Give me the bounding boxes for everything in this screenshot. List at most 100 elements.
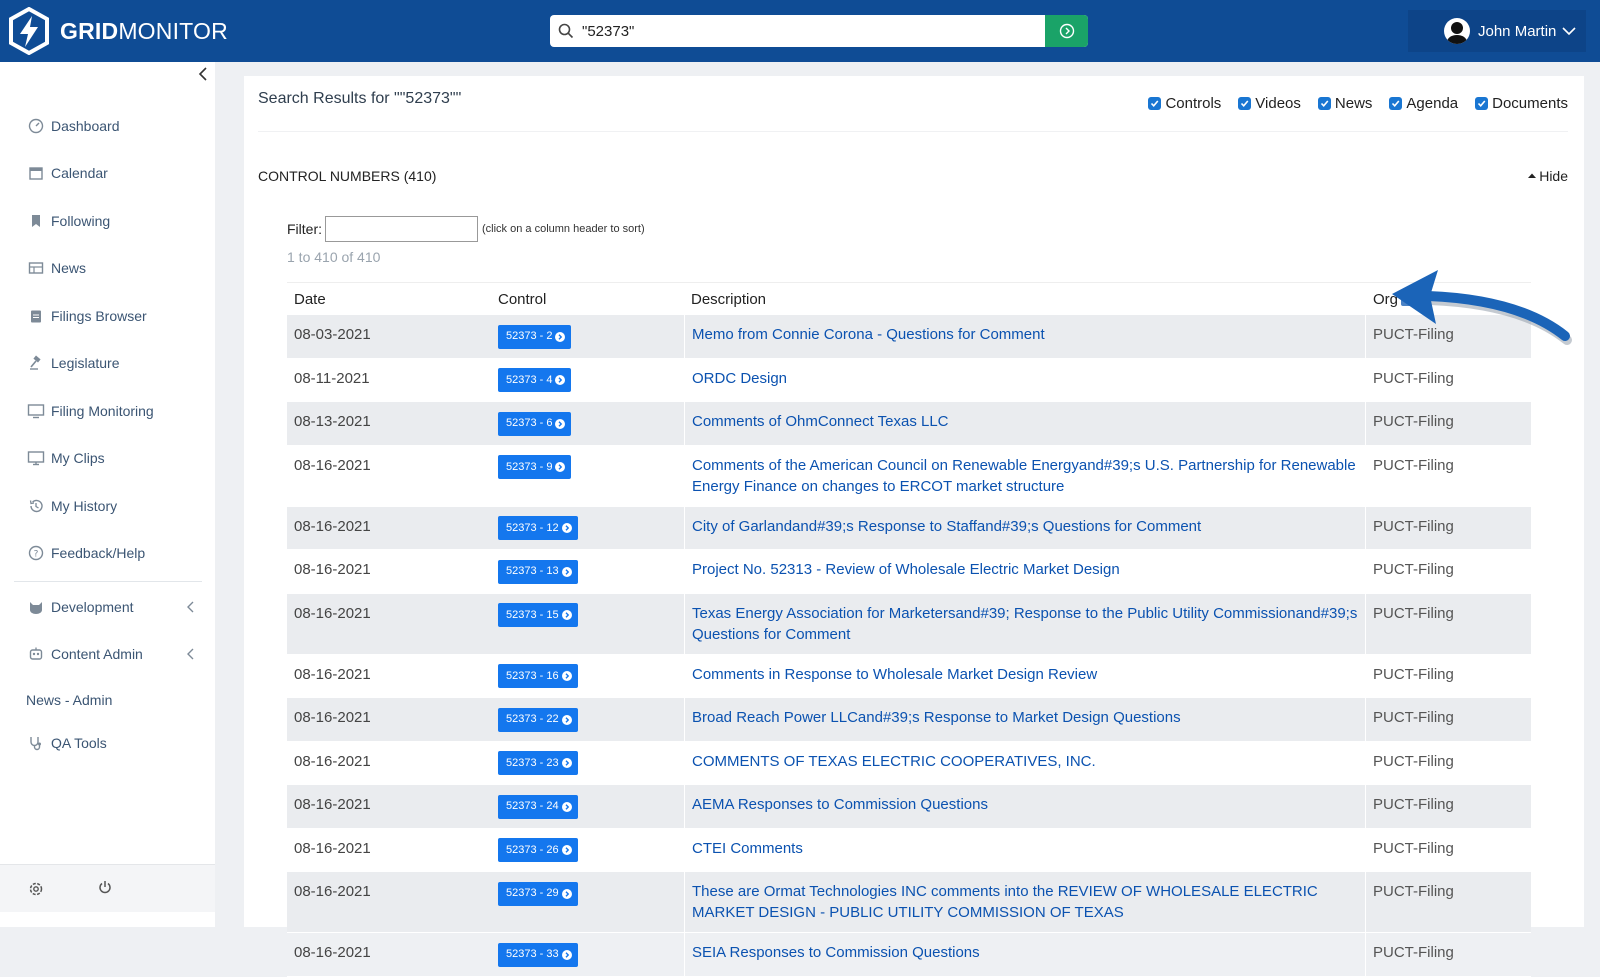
cell-description-link[interactable]: COMMENTS OF TEXAS ELECTRIC COOPERATIVES,… [684,741,1366,784]
cat-icon [26,597,46,617]
sidebar-item-calendar[interactable]: Calendar [26,150,206,198]
control-number-label: 52373 - 22 [506,713,559,725]
clips-icon [26,448,46,468]
result-type-filters: Controls Videos News Agenda Documents [1148,95,1568,112]
app-logo[interactable]: GRIDMONITOR [8,7,228,55]
cell-control: 52373 - 15 [491,594,684,654]
arrow-circle-right-icon [561,566,572,577]
sidebar-item-news-admin[interactable]: News - Admin [26,677,196,722]
cell-description-link[interactable]: AEMA Responses to Commission Questions [684,785,1366,828]
sidebar-item-filings-browser[interactable]: Filings Browser [26,292,206,340]
cell-date: 08-16-2021 [294,796,371,813]
user-menu[interactable]: John Martin [1408,10,1586,52]
sidebar-item-label: Following [51,212,111,229]
search-submit-button[interactable] [1045,15,1088,47]
sidebar-item-legislature[interactable]: Legislature [26,340,206,388]
filter-documents-checkbox[interactable]: Documents [1475,95,1568,112]
calendar-icon [26,163,46,183]
arrow-circle-right-icon [555,418,566,429]
control-number-button[interactable]: 52373 - 23 [498,751,578,775]
page-title: Search Results for ""52373"" [258,90,462,107]
app-title: GRIDMONITOR [60,17,228,44]
news-icon [26,258,46,278]
cell-description-link[interactable]: CTEI Comments [684,828,1366,871]
gear-icon[interactable] [27,880,45,898]
cell-org: PUCT-Filing [1373,665,1454,683]
annotation-arrow-icon [1392,270,1572,345]
cell-description-link[interactable]: Texas Energy Association for Marketersan… [684,593,1366,654]
cell-description-link[interactable]: Memo from Connie Corona - Questions for … [684,315,1366,358]
sidebar-nav: Dashboard Calendar Following News Filing… [26,102,206,577]
cell-control: 52373 - 12 [491,507,684,550]
cell-date: 08-16-2021 [294,456,371,474]
checkmark-icon [1475,97,1489,110]
control-number-button[interactable]: 52373 - 15 [498,603,578,627]
sidebar-item-news[interactable]: News [26,245,206,293]
cell-description-link[interactable]: City of Garlandand#39;s Response to Staf… [684,506,1366,549]
hide-section-button[interactable]: Hide [1527,168,1568,184]
sidebar-item-label: Dashboard [51,117,120,134]
table-row: 08-16-2021 52373 - 33 SEIA Responses to Co… [287,933,1531,977]
control-number-button[interactable]: 52373 - 26 [498,838,578,862]
cell-org: PUCT-Filing [1373,796,1454,813]
sidebar-item-qa-tools[interactable]: QA Tools [26,722,196,764]
filter-news-checkbox[interactable]: News [1317,95,1372,112]
cell-date: 08-16-2021 [294,561,371,578]
control-number-button[interactable]: 52373 - 24 [498,794,578,819]
sidebar-divider [14,581,202,582]
table-row: 08-16-2021 52373 - 22 Broad Reach Power LL… [287,698,1531,742]
table-row: 08-11-2021 52373 - 4 ORDC Design PUCT-Filin… [287,358,1531,402]
control-number-button[interactable]: 52373 - 12 [498,516,578,540]
control-number-button[interactable]: 52373 - 29 [498,881,578,906]
sidebar-item-label: My History [51,497,118,514]
sidebar-item-feedback-help[interactable]: ? Feedback/Help [26,530,206,578]
filter-input[interactable] [325,216,478,242]
cell-description-link[interactable]: ORDC Design [684,358,1366,401]
sidebar-item-development[interactable]: Development [26,583,196,630]
sidebar-item-my-history[interactable]: My History [26,482,206,530]
sidebar-item-content-admin[interactable]: Content Admin [26,630,196,677]
cell-description-link[interactable]: Broad Reach Power LLCand#39;s Response t… [684,698,1366,741]
cell-description-link[interactable]: Comments in Response to Wholesale Market… [684,654,1366,697]
sidebar-item-dashboard[interactable]: Dashboard [26,102,206,150]
cell-description-link[interactable]: Comments of OhmConnect Texas LLC [684,402,1366,445]
power-icon[interactable] [98,879,112,895]
sidebar-item-filing-monitoring[interactable]: Filing Monitoring [26,387,206,435]
cell-date: 08-16-2021 [294,665,371,683]
sidebar-collapse-chevron-icon[interactable] [196,66,210,82]
sidebar-footer [0,864,215,912]
cell-date: 08-16-2021 [294,752,371,770]
cell-description-link[interactable]: Project No. 52313 - Review of Wholesale … [684,550,1366,593]
cell-org: PUCT-Filing [1373,561,1454,578]
control-number-button[interactable]: 52373 - 13 [498,559,578,584]
cell-description-link[interactable]: Comments of the American Council on Rene… [684,445,1366,506]
sidebar-item-my-clips[interactable]: My Clips [26,435,206,483]
control-number-button[interactable]: 52373 - 2 [498,324,572,349]
filter-videos-checkbox[interactable]: Videos [1238,95,1301,112]
cell-control: 52373 - 29 [491,872,684,932]
cell-control: 52373 - 23 [491,742,684,785]
filter-controls-checkbox[interactable]: Controls [1148,95,1221,112]
column-header-description[interactable]: Description [684,291,1366,308]
control-number-button[interactable]: 52373 - 9 [498,455,572,479]
control-number-button[interactable]: 52373 - 33 [498,942,578,967]
control-number-label: 52373 - 33 [506,948,559,960]
control-number-button[interactable]: 52373 - 22 [498,707,578,732]
table-filter: Filter: (click on a column header to sor… [287,216,645,242]
control-number-button[interactable]: 52373 - 4 [498,368,572,392]
column-header-date[interactable]: Date [287,291,491,308]
column-header-control[interactable]: Control [491,291,684,308]
cell-description-link[interactable]: SEIA Responses to Commission Questions [684,933,1366,976]
stethoscope-icon [26,733,46,753]
arrow-circle-right-icon [561,758,572,768]
control-number-label: 52373 - 16 [506,669,559,682]
cell-date: 08-11-2021 [294,369,370,387]
filter-agenda-checkbox[interactable]: Agenda [1389,95,1458,112]
sidebar-item-following[interactable]: Following [26,197,206,245]
control-number-label: 52373 - 2 [506,330,553,342]
control-number-button[interactable]: 52373 - 6 [498,411,572,436]
chevron-down-icon [1562,27,1576,36]
cell-description-link[interactable]: These are Ormat Technologies INC comment… [684,872,1366,932]
control-number-button[interactable]: 52373 - 16 [498,664,578,688]
search-input[interactable] [582,15,1045,47]
